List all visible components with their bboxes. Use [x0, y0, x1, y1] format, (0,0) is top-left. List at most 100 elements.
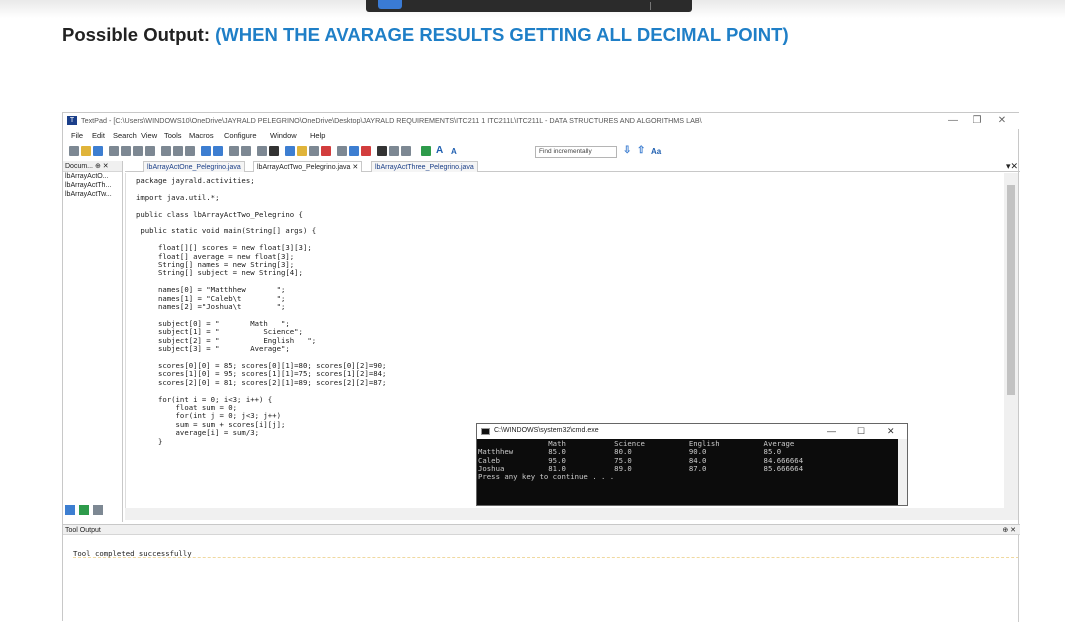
- menu-edit[interactable]: Edit: [92, 131, 105, 140]
- menu-file[interactable]: File: [71, 131, 83, 140]
- tool-run-icon[interactable]: [421, 146, 431, 156]
- heading-highlight: (WHEN THE AVARAGE RESULTS GETTING ALL DE…: [215, 24, 789, 45]
- print-preview-icon[interactable]: [133, 146, 143, 156]
- open-file-icon[interactable]: [81, 146, 91, 156]
- minimize-button[interactable]: —: [943, 114, 963, 128]
- menu-configure[interactable]: Configure: [224, 131, 257, 140]
- wrap-icon[interactable]: [257, 146, 267, 156]
- code-line: public class lbArrayActTwo_Pelegrino {: [136, 209, 303, 219]
- search-results-icon[interactable]: [65, 505, 75, 515]
- outdent-icon[interactable]: [241, 146, 251, 156]
- find-icon[interactable]: [337, 146, 347, 156]
- restore-button[interactable]: ❐: [967, 114, 987, 128]
- play-macro-icon[interactable]: [401, 146, 411, 156]
- tool-output-title: Tool Output: [65, 527, 101, 534]
- document-item[interactable]: lbArrayActTh...: [63, 181, 122, 190]
- new-file-icon[interactable]: [69, 146, 79, 156]
- copy-icon[interactable]: [173, 146, 183, 156]
- textpad-app-icon: T: [67, 116, 77, 125]
- document-item[interactable]: lbArrayActTw...: [63, 190, 122, 199]
- code-line: }: [136, 436, 163, 446]
- tool-output-pin-icon[interactable]: ⊕ ✕: [1002, 525, 1016, 536]
- find-in-files-icon[interactable]: [361, 146, 371, 156]
- find-up-arrow-icon[interactable]: ⇧: [637, 145, 645, 156]
- cmd-minimize-button[interactable]: —: [827, 426, 836, 436]
- menu-window[interactable]: Window: [270, 131, 297, 140]
- document-selector-panel: Docum... ⊕ ✕ lbArrayActO... lbArrayActTh…: [63, 161, 123, 522]
- redo-icon[interactable]: [213, 146, 223, 156]
- tab-array-act-two[interactable]: lbArrayActTwo_Pelegrino.java ✕: [253, 161, 363, 172]
- panel-bottom-icons: [65, 505, 121, 519]
- tab-array-act-two-label: lbArrayActTwo_Pelegrino.java: [257, 164, 351, 171]
- decrease-font-icon[interactable]: A: [451, 147, 457, 156]
- code-line: import java.util.*;: [136, 192, 220, 202]
- cmd-icon: [481, 428, 490, 435]
- pause-macro-icon[interactable]: [389, 146, 399, 156]
- save-icon[interactable]: [93, 146, 103, 156]
- tool-output-divider: [1018, 536, 1019, 622]
- source-code: package jayrald.activities; import java.…: [136, 176, 387, 446]
- cmd-output: Math Science English Average Matthhew 85.…: [478, 439, 803, 482]
- toolbar: A A Find incrementally ⇩ ⇧ Aa: [63, 144, 1020, 160]
- menu-view[interactable]: View: [141, 131, 157, 140]
- menu-tools[interactable]: Tools: [164, 131, 182, 140]
- indent-icon[interactable]: [229, 146, 239, 156]
- top-pill-separator: [650, 2, 651, 10]
- cmd-output-line: Press any key to continue . . .: [478, 472, 615, 482]
- scroll-thumb[interactable]: [1007, 185, 1015, 395]
- window-title: TextPad - [C:\Users\WINDOWS10\OneDrive\J…: [81, 116, 702, 125]
- menu-macros[interactable]: Macros: [189, 131, 214, 140]
- spell-check-icon[interactable]: [285, 146, 295, 156]
- tool-output-header: Tool Output ⊕ ✕: [63, 524, 1020, 535]
- print-icon[interactable]: [121, 146, 131, 156]
- editor-vertical-scrollbar[interactable]: [1004, 173, 1018, 508]
- tab-array-act-three[interactable]: lbArrayActThree_Pelegrino.java: [371, 161, 478, 172]
- document-item[interactable]: lbArrayActO...: [63, 172, 122, 181]
- undo-icon[interactable]: [201, 146, 211, 156]
- panel-pin-icon[interactable]: ⊕ ✕: [95, 163, 109, 170]
- close-button[interactable]: ✕: [992, 114, 1012, 128]
- visible-spaces-icon[interactable]: [269, 146, 279, 156]
- code-line: String[] subject = new String[4];: [136, 268, 303, 278]
- tool-output-message: Tool completed successfully: [73, 549, 1019, 558]
- clip-library-icon[interactable]: [93, 505, 103, 515]
- find-incrementally-input[interactable]: Find incrementally: [535, 146, 617, 158]
- textpad-window: T TextPad - [C:\Users\WINDOWS10\OneDrive…: [62, 112, 1020, 622]
- code-line: scores[2][0] = 81; scores[2][1]=89; scor…: [136, 377, 387, 387]
- menu-bar: File Edit Search View Tools Macros Confi…: [63, 130, 1020, 143]
- code-line: package jayrald.activities;: [136, 176, 255, 185]
- document-panel-header: Docum... ⊕ ✕: [63, 161, 122, 172]
- sort-icon[interactable]: [309, 146, 319, 156]
- cmd-scrollbar[interactable]: [898, 439, 907, 505]
- menu-help[interactable]: Help: [310, 131, 325, 140]
- top-pill-accent: [378, 0, 402, 9]
- title-bar: T TextPad - [C:\Users\WINDOWS10\OneDrive…: [63, 113, 1020, 129]
- document-list-icon[interactable]: [79, 505, 89, 515]
- compare-icon[interactable]: [321, 146, 331, 156]
- record-macro-icon[interactable]: [377, 146, 387, 156]
- save-all-icon[interactable]: [109, 146, 119, 156]
- cut-icon[interactable]: [161, 146, 171, 156]
- increase-font-icon[interactable]: A: [436, 145, 443, 156]
- close-doc-icon[interactable]: [145, 146, 155, 156]
- cmd-title-bar: C:\WINDOWS\system32\cmd.exe — ☐ ✕: [477, 424, 907, 439]
- code-line: public static void main(String[] args) {: [136, 226, 317, 236]
- cmd-close-button[interactable]: ✕: [887, 426, 895, 437]
- cmd-maximize-button[interactable]: ☐: [857, 426, 865, 437]
- document-tabs: lbArrayActOne_Pelegrino.java lbArrayActT…: [125, 161, 1020, 172]
- code-editor[interactable]: package jayrald.activities; import java.…: [125, 173, 1005, 508]
- tab-array-act-one[interactable]: lbArrayActOne_Pelegrino.java: [143, 161, 245, 172]
- tool-output-panel: Tool completed successfully: [63, 536, 1020, 622]
- cmd-window: C:\WINDOWS\system32\cmd.exe — ☐ ✕ Math S…: [476, 423, 908, 506]
- cmd-title: C:\WINDOWS\system32\cmd.exe: [494, 427, 599, 434]
- match-case-icon[interactable]: Aa: [651, 147, 661, 156]
- menu-search[interactable]: Search: [113, 131, 137, 140]
- replace-icon[interactable]: [349, 146, 359, 156]
- close-tab-icon[interactable]: ▾✕: [1006, 161, 1018, 172]
- find-down-arrow-icon[interactable]: ⇩: [623, 145, 631, 156]
- paste-icon[interactable]: [185, 146, 195, 156]
- code-line: subject[3] = " Average";: [136, 344, 290, 354]
- word-count-icon[interactable]: [297, 146, 307, 156]
- top-strip: [0, 0, 1065, 18]
- editor-horizontal-scrollbar[interactable]: [125, 508, 1018, 520]
